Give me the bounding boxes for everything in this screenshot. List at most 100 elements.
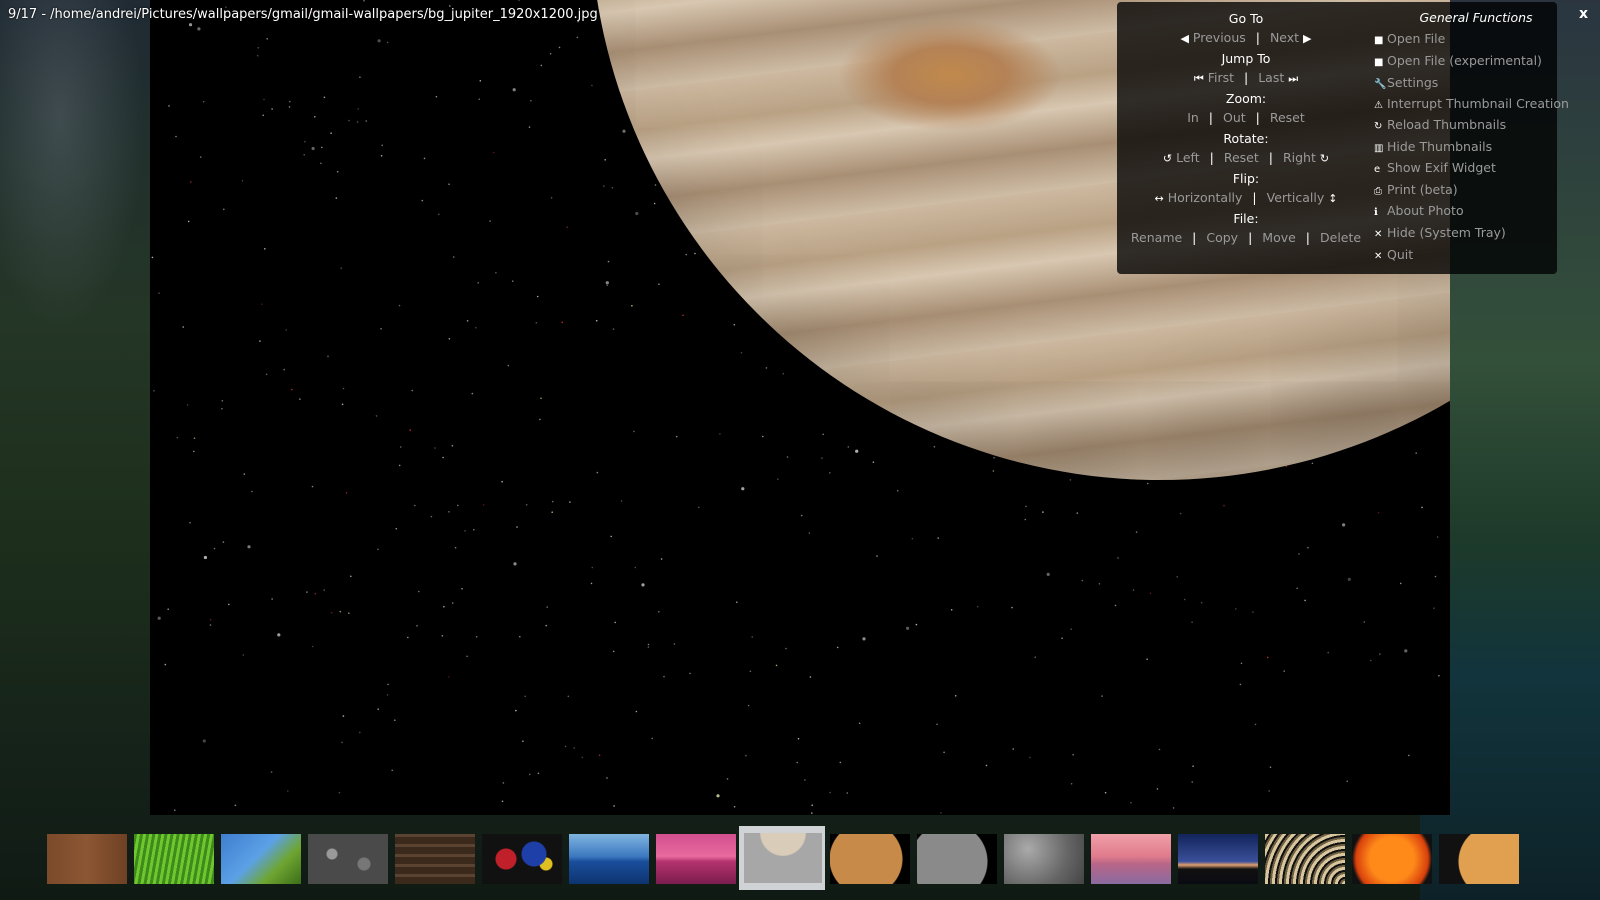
star [1311,462,1314,465]
first-link[interactable]: First [1208,70,1234,85]
rotate-left-link[interactable]: Left [1176,150,1200,165]
thumbnail-wood-light[interactable] [47,834,127,884]
star [647,643,650,646]
star [435,95,438,98]
separator: | [1255,110,1260,125]
star [651,737,653,740]
star [291,388,293,391]
wrench-icon: 🔧 [1374,79,1387,90]
star [464,530,466,532]
star [872,461,875,464]
thumbnail-grass[interactable] [134,834,214,884]
star [375,415,378,417]
star [694,252,696,255]
thumbnail-dusk-horizon[interactable] [1178,834,1258,884]
star [477,282,480,284]
star [740,351,743,354]
star [847,446,850,448]
about-photo-item[interactable]: ℹ About Photo [1374,203,1464,218]
star [457,504,459,507]
previous-link[interactable]: Previous [1193,30,1246,45]
star [762,435,764,438]
previous-icon: ◀ [1180,32,1189,45]
star [936,723,938,726]
show-exif-item[interactable]: e Show Exif Widget [1374,160,1496,175]
star [525,504,528,506]
star [330,611,333,614]
thumbnail-leaves-sky[interactable] [221,834,301,884]
star [567,695,570,698]
hide-system-tray-item[interactable]: ✕ Hide (System Tray) [1374,225,1506,240]
star [1266,656,1269,659]
star [620,500,623,502]
star [855,449,859,453]
settings-item[interactable]: 🔧Settings [1374,75,1438,90]
hide-system-tray-label: Hide (System Tray) [1387,225,1506,240]
last-icon: ⏭ [1288,72,1299,85]
flip-vertically-link[interactable]: Vertically [1267,190,1325,205]
star [631,305,633,307]
star [441,635,444,637]
quit-item[interactable]: ✕ Quit [1374,247,1413,262]
thumbnail-mercury[interactable] [917,834,997,884]
zoom-reset-link[interactable]: Reset [1270,110,1305,125]
star [512,88,516,92]
star [341,741,343,744]
star [261,303,263,306]
flip-horizontally-link[interactable]: Horizontally [1168,190,1243,205]
star [407,636,409,639]
goto-section: Go To ◀ Previous | Next ▶ [1117,11,1375,45]
thumbnail-pebbles[interactable] [308,834,388,884]
thumbnail-saturn-rings[interactable] [1265,834,1345,884]
zoom-out-link[interactable]: Out [1223,110,1246,125]
star [741,487,745,491]
star [1307,546,1309,549]
thumbnail-sun[interactable] [1352,834,1432,884]
interrupt-thumbnail-item[interactable]: ⚠ Interrupt Thumbnail Creation [1374,96,1569,111]
hide-thumbnails-item[interactable]: ▥ Hide Thumbnails [1374,139,1492,154]
star [1132,589,1135,591]
separator: | [1305,230,1311,245]
reload-thumbnails-item[interactable]: ↻ Reload Thumbnails [1374,117,1506,132]
thumbnail-pink-sea[interactable] [656,834,736,884]
copy-link[interactable]: Copy [1206,230,1238,245]
star [658,611,660,613]
star [321,146,323,149]
thumbnail-pink-sunset[interactable] [1091,834,1171,884]
star [418,590,420,593]
star [1012,748,1014,750]
star [536,295,539,298]
print-item[interactable]: ⎙ Print (beta) [1374,182,1458,197]
open-file-item[interactable]: ■ Open File [1374,31,1445,46]
open-file-experimental-item[interactable]: ■ Open File (experimental) [1374,53,1542,68]
star [862,637,866,641]
close-button[interactable]: x [1579,6,1588,22]
separator: | [1192,230,1197,245]
zoom-in-link[interactable]: In [1187,110,1199,125]
star [673,643,676,645]
printer-icon: ⎙ [1374,186,1382,197]
star [515,709,517,712]
thumbnail-venus[interactable] [1439,834,1519,884]
thumbnail-graffiti[interactable] [482,834,562,884]
star [234,804,237,807]
star [733,323,736,326]
rotate-right-link[interactable]: Right [1283,150,1316,165]
last-link[interactable]: Last [1258,70,1284,85]
star [633,430,635,433]
rename-link[interactable]: Rename [1131,230,1182,245]
move-link[interactable]: Move [1262,230,1296,245]
thumbnail-ocean[interactable] [569,834,649,884]
thumbnail-jupiter[interactable] [739,826,825,890]
thumbnail-moon[interactable] [1004,834,1084,884]
thumbnail-mars[interactable] [830,834,910,884]
thumbnail-bar [0,820,1600,900]
star [411,389,414,392]
delete-link[interactable]: Delete [1320,230,1361,245]
star [1268,790,1270,792]
star [336,170,339,173]
rotate-reset-link[interactable]: Reset [1224,150,1259,165]
thumbnail-wood-dark[interactable] [395,834,475,884]
flip-title: Flip: [1232,171,1260,186]
next-link[interactable]: Next [1270,30,1299,45]
